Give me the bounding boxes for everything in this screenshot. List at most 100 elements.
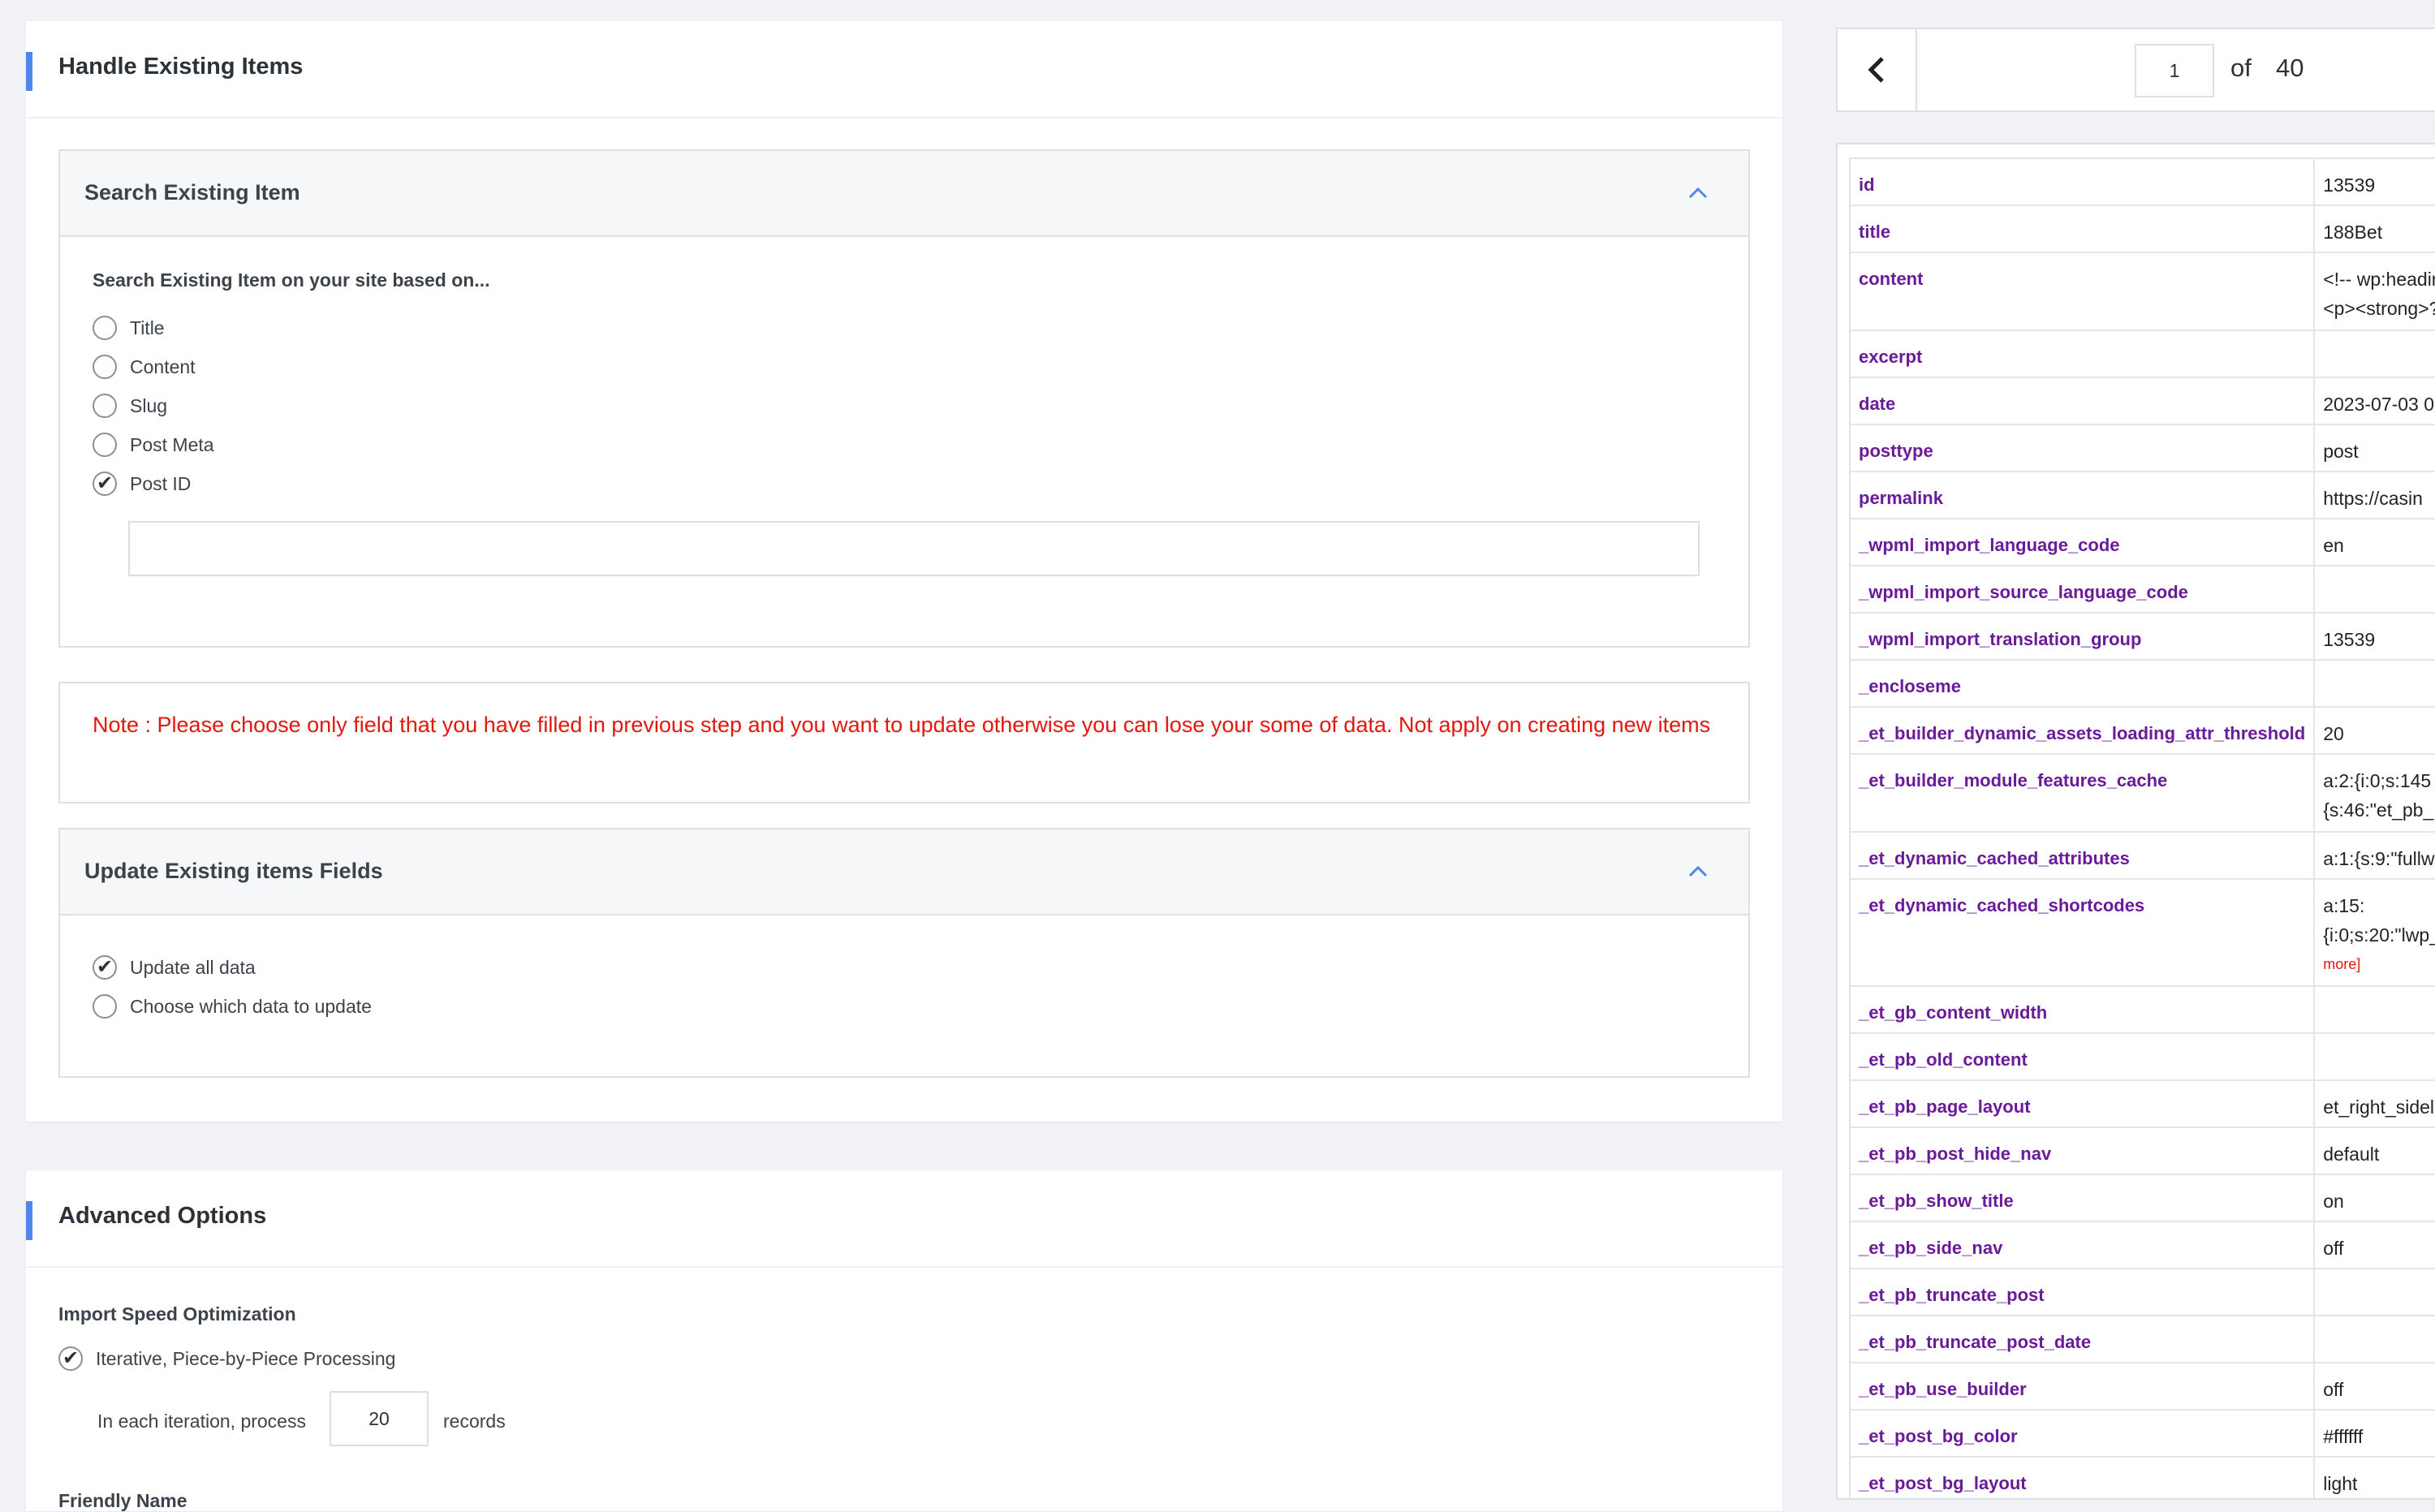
field-key: _et_pb_side_nav	[1848, 1221, 2316, 1269]
previous-record-button[interactable]	[1838, 29, 1917, 110]
radio-content[interactable]: Content	[93, 352, 196, 381]
field-value: #ffffff	[2313, 1409, 2435, 1458]
field-value: off	[2313, 1362, 2435, 1411]
radio-post-id[interactable]: ✔ Post ID	[93, 469, 191, 498]
field-key: _et_post_bg_layout	[1848, 1456, 2316, 1498]
section-title: Update Existing items Fields	[84, 859, 383, 883]
chevron-left-icon	[1868, 57, 1884, 83]
table-row: date 2023-07-03 0	[1848, 377, 2435, 425]
import-speed-label: Import Speed Optimization	[58, 1303, 296, 1325]
radio-label: Post Meta	[130, 433, 214, 455]
chevron-up-icon[interactable]	[1687, 860, 1709, 883]
field-key: _et_dynamic_cached_attributes	[1848, 831, 2316, 880]
table-row: content <!-- wp:heading <p><strong>?	[1848, 252, 2435, 331]
field-key: _et_pb_show_title	[1848, 1174, 2316, 1222]
table-row: _et_pb_post_hide_nav default	[1848, 1126, 2435, 1175]
page-number-input[interactable]: 1	[2135, 44, 2214, 97]
field-value: post	[2313, 424, 2435, 472]
radio-button[interactable]	[93, 994, 117, 1019]
value-line: https://casin	[2323, 488, 2423, 509]
value-line: #ffffff	[2323, 1426, 2364, 1447]
radio-label: Iterative, Piece-by-Piece Processing	[96, 1347, 396, 1369]
value-line: off	[2323, 1238, 2344, 1259]
value-line: a:15:	[2323, 895, 2365, 916]
table-row: _et_builder_module_features_cache a:2:{i:…	[1848, 753, 2435, 833]
field-value: https://casin	[2313, 471, 2435, 519]
table-row: _et_post_bg_layout light	[1848, 1456, 2435, 1498]
value-line: on	[2323, 1191, 2344, 1212]
field-value: a:1:{s:9:"fullw	[2313, 831, 2435, 880]
field-value	[2313, 1315, 2435, 1363]
value-line: default	[2323, 1144, 2380, 1165]
panel-title: Advanced Options	[58, 1203, 267, 1229]
panel-header: Advanced Options	[26, 1170, 1782, 1268]
field-key: _et_pb_truncate_post	[1848, 1268, 2316, 1316]
radio-button-checked[interactable]: ✔	[58, 1346, 83, 1371]
radio-button-checked[interactable]: ✔	[93, 955, 117, 980]
radio-button[interactable]	[93, 394, 117, 418]
radio-update-all[interactable]: ✔ Update all data	[93, 953, 256, 982]
check-icon: ✔	[96, 472, 114, 494]
value-line: a:2:{i:0;s:145	[2323, 770, 2432, 791]
value-line: {s:46:"et_pb_	[2323, 799, 2434, 821]
radio-title[interactable]: Title	[93, 313, 165, 342]
iteration-suffix: records	[443, 1411, 506, 1432]
field-value	[2313, 330, 2435, 378]
record-table: id13539title188Betcontent<!-- wp:heading…	[1848, 157, 2435, 1498]
field-value	[2313, 1268, 2435, 1316]
table-row: _et_pb_use_builder off	[1848, 1362, 2435, 1411]
field-value: a:15: {i:0;s:20:"lwp_ more]	[2313, 878, 2435, 987]
field-key: _et_pb_page_layout	[1848, 1079, 2316, 1128]
section-header-search[interactable]: Search Existing Item	[60, 151, 1748, 237]
field-key: _et_pb_old_content	[1848, 1032, 2316, 1081]
table-row: _et_dynamic_cached_shortcodes a:15: {i:0;s…	[1848, 878, 2435, 987]
field-key: _et_post_bg_color	[1848, 1409, 2316, 1458]
radio-label: Post ID	[130, 472, 192, 494]
value-line: off	[2323, 1379, 2344, 1400]
field-value: et_right_sidel	[2313, 1079, 2435, 1128]
radio-iterative[interactable]: ✔ Iterative, Piece-by-Piece Processing	[58, 1344, 395, 1373]
table-row: _et_pb_show_title on	[1848, 1174, 2435, 1222]
table-row: _et_pb_side_nav off	[1848, 1221, 2435, 1269]
table-row: excerpt	[1848, 330, 2435, 378]
panel-title: Handle Existing Items	[58, 54, 304, 80]
value-line: 13539	[2323, 174, 2376, 196]
more-link[interactable]: more]	[2323, 950, 2435, 979]
field-key: _wpml_import_source_language_code	[1848, 565, 2316, 614]
chevron-up-icon[interactable]	[1687, 182, 1709, 205]
radio-choose-data[interactable]: Choose which data to update	[93, 992, 372, 1021]
field-value: light	[2313, 1456, 2435, 1498]
records-per-iteration-input[interactable]: 20	[330, 1391, 429, 1446]
note-box: Note : Please choose only field that you…	[58, 682, 1750, 803]
table-row: _et_pb_truncate_post_date	[1848, 1315, 2435, 1363]
section-header-update[interactable]: Update Existing items Fields	[60, 829, 1748, 915]
table-row: _encloseme	[1848, 659, 2435, 708]
radio-button-checked[interactable]: ✔	[93, 472, 117, 496]
field-key: _et_pb_use_builder	[1848, 1362, 2316, 1411]
radio-button[interactable]	[93, 355, 117, 379]
field-value	[2313, 985, 2435, 1034]
post-id-input[interactable]	[128, 521, 1700, 576]
field-key: posttype	[1848, 424, 2316, 472]
value-line: a:1:{s:9:"fullw	[2323, 848, 2435, 869]
radio-slug[interactable]: Slug	[93, 391, 167, 420]
table-row: posttype post	[1848, 424, 2435, 472]
radio-label: Content	[130, 355, 196, 377]
table-row: _et_dynamic_cached_attributes a:1:{s:9:"f…	[1848, 831, 2435, 880]
of-label: of	[2230, 54, 2252, 82]
field-value	[2313, 565, 2435, 614]
radio-label: Update all data	[130, 956, 256, 978]
radio-label: Choose which data to update	[130, 995, 372, 1017]
field-value: 13539	[2313, 157, 2435, 206]
radio-button[interactable]	[93, 316, 117, 340]
field-value: 20	[2313, 706, 2435, 755]
accent-bar	[26, 52, 32, 91]
search-prompt: Search Existing Item on your site based …	[93, 269, 490, 291]
table-row: title 188Bet	[1848, 205, 2435, 253]
update-existing-fields-section: Update Existing items Fields ✔ Update al…	[58, 828, 1750, 1078]
radio-post-meta[interactable]: Post Meta	[93, 430, 214, 459]
value-line: 20	[2323, 723, 2344, 744]
field-key: excerpt	[1848, 330, 2316, 378]
field-value: default	[2313, 1126, 2435, 1175]
radio-button[interactable]	[93, 433, 117, 457]
